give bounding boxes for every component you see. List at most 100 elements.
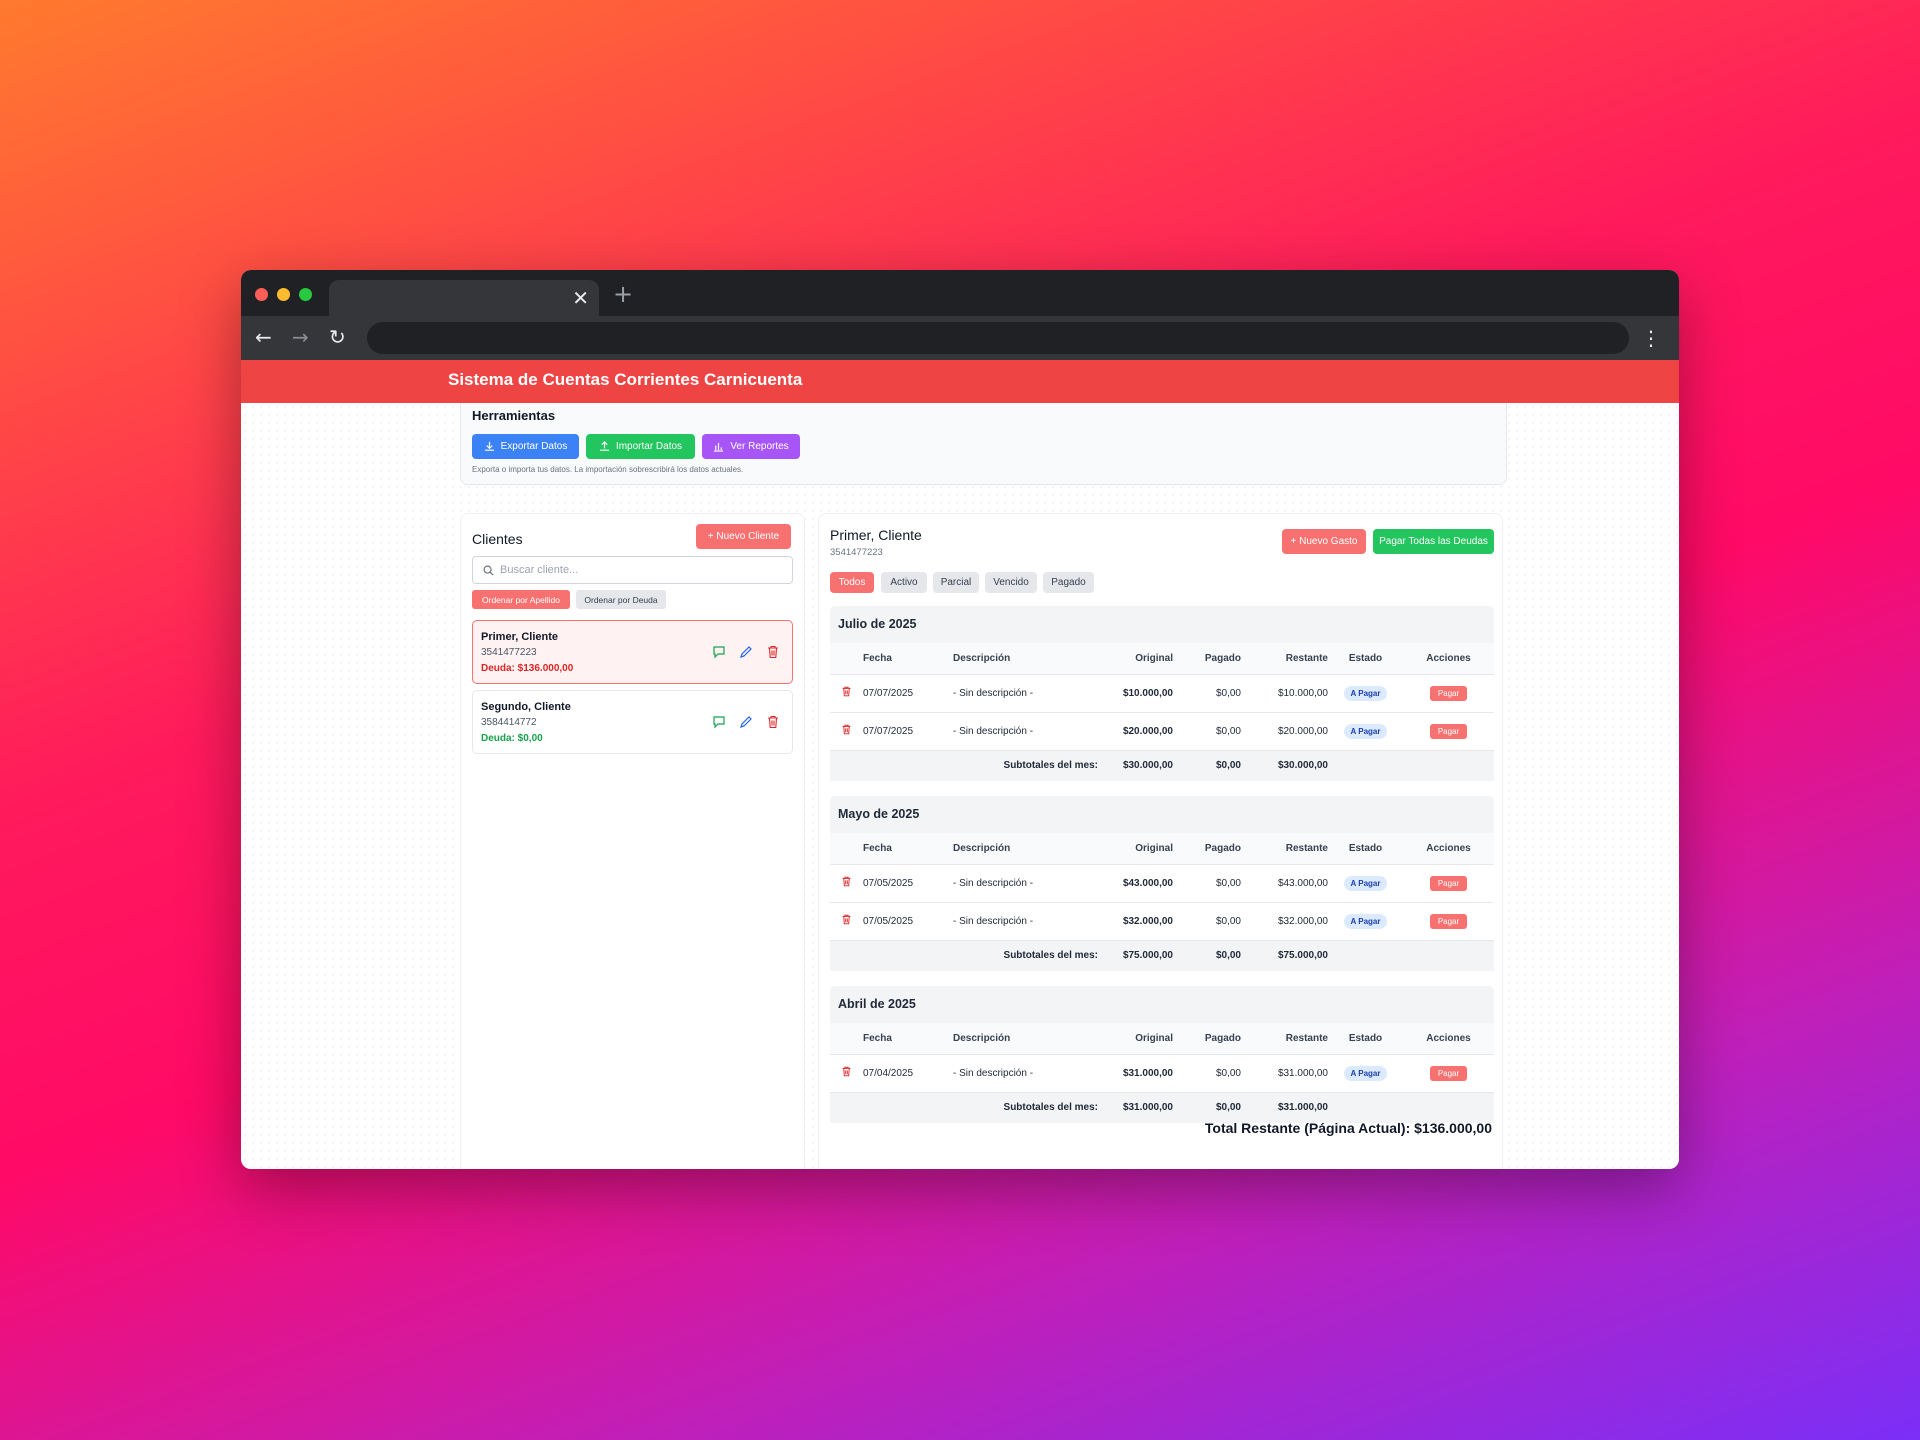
expenses-table: Fecha Descripción Original Pagado Restan… bbox=[830, 833, 1494, 971]
sort-by-lastname-button[interactable]: Ordenar por Apellido bbox=[472, 590, 570, 609]
selected-client-name: Primer, Cliente bbox=[830, 527, 922, 543]
client-card[interactable]: Segundo, Cliente 3584414772 Deuda: $0,00 bbox=[472, 690, 793, 754]
new-tab-icon[interactable]: + bbox=[613, 280, 633, 308]
browser-tab[interactable]: ✕ bbox=[329, 280, 599, 316]
cell-restante: $20.000,00 bbox=[1241, 711, 1328, 750]
cell-original: $20.000,00 bbox=[1098, 711, 1173, 750]
cell-pagado: $0,00 bbox=[1173, 901, 1241, 940]
col-estado: Estado bbox=[1328, 1023, 1403, 1054]
new-client-button[interactable]: + Nuevo Cliente bbox=[696, 524, 791, 549]
filter-todos[interactable]: Todos bbox=[830, 572, 874, 593]
cell-restante: $31.000,00 bbox=[1241, 1053, 1328, 1092]
reload-icon[interactable]: ↻ bbox=[329, 325, 346, 349]
col-acciones: Acciones bbox=[1403, 1023, 1494, 1054]
window-maximize-dot[interactable] bbox=[299, 288, 312, 301]
filter-parcial[interactable]: Parcial bbox=[933, 572, 979, 593]
expenses-table: Fecha Descripción Original Pagado Restan… bbox=[830, 1023, 1494, 1123]
export-data-label: Exportar Datos bbox=[500, 441, 568, 452]
message-icon[interactable] bbox=[712, 715, 726, 729]
search-icon bbox=[483, 565, 494, 576]
cell-fecha: 07/05/2025 bbox=[863, 901, 953, 940]
forward-arrow-icon[interactable]: → bbox=[292, 325, 309, 349]
trash-icon[interactable] bbox=[841, 914, 852, 925]
trash-icon[interactable] bbox=[841, 686, 852, 697]
trash-icon[interactable] bbox=[841, 724, 852, 735]
subtotal-original: $30.000,00 bbox=[1098, 749, 1173, 781]
tools-panel: Herramientas Exportar Datos Importar Dat… bbox=[460, 403, 1507, 485]
client-search-input[interactable] bbox=[500, 564, 780, 576]
window-close-dot[interactable] bbox=[255, 288, 268, 301]
trash-icon[interactable] bbox=[766, 645, 780, 659]
filter-activo[interactable]: Activo bbox=[881, 572, 927, 593]
col-fecha: Fecha bbox=[863, 643, 953, 674]
cell-original: $31.000,00 bbox=[1098, 1053, 1173, 1092]
cell-descripcion: - Sin descripción - bbox=[953, 1053, 1098, 1092]
col-pagado: Pagado bbox=[1173, 643, 1241, 674]
table-header-row: Fecha Descripción Original Pagado Restan… bbox=[830, 833, 1494, 864]
cell-fecha: 07/05/2025 bbox=[863, 863, 953, 902]
sort-by-debt-button[interactable]: Ordenar por Deuda bbox=[576, 590, 666, 609]
table-row: 07/05/2025 - Sin descripción - $32.000,0… bbox=[830, 901, 1494, 940]
month-section: Julio de 2025 Fecha Descripción Original… bbox=[830, 606, 1494, 781]
trash-icon[interactable] bbox=[841, 1066, 852, 1077]
status-badge: A Pagar bbox=[1343, 875, 1388, 891]
pay-button[interactable]: Pagar bbox=[1429, 875, 1468, 891]
export-data-button[interactable]: Exportar Datos bbox=[472, 434, 579, 459]
subtotal-row: Subtotales del mes: $75.000,00 $0,00 $75… bbox=[830, 939, 1494, 971]
col-estado: Estado bbox=[1328, 643, 1403, 674]
filter-pagado[interactable]: Pagado bbox=[1043, 572, 1094, 593]
trash-icon[interactable] bbox=[766, 715, 780, 729]
table-row: 07/07/2025 - Sin descripción - $10.000,0… bbox=[830, 673, 1494, 712]
col-restante: Restante bbox=[1241, 1023, 1328, 1054]
pay-all-debts-button[interactable]: Pagar Todas las Deudas bbox=[1373, 529, 1494, 554]
client-card[interactable]: Primer, Cliente 3541477223 Deuda: $136.0… bbox=[472, 620, 793, 684]
cell-restante: $10.000,00 bbox=[1241, 673, 1328, 712]
back-arrow-icon[interactable]: ← bbox=[255, 325, 272, 349]
edit-pencil-icon[interactable] bbox=[739, 715, 753, 729]
cell-descripcion: - Sin descripción - bbox=[953, 901, 1098, 940]
pay-button[interactable]: Pagar bbox=[1429, 685, 1468, 701]
col-fecha: Fecha bbox=[863, 1023, 953, 1054]
client-name: Segundo, Cliente bbox=[481, 701, 571, 713]
cell-original: $10.000,00 bbox=[1098, 673, 1173, 712]
col-acciones: Acciones bbox=[1403, 833, 1494, 864]
browser-menu-icon[interactable]: ⋮ bbox=[1641, 326, 1661, 350]
col-acciones: Acciones bbox=[1403, 643, 1494, 674]
client-search bbox=[472, 556, 793, 584]
edit-pencil-icon[interactable] bbox=[739, 645, 753, 659]
subtotal-restante: $75.000,00 bbox=[1241, 939, 1328, 971]
address-bar[interactable] bbox=[367, 322, 1629, 354]
pay-button[interactable]: Pagar bbox=[1429, 723, 1468, 739]
expenses-table: Fecha Descripción Original Pagado Restan… bbox=[830, 643, 1494, 781]
month-section: Abril de 2025 Fecha Descripción Original… bbox=[830, 986, 1494, 1123]
subtotal-pagado: $0,00 bbox=[1173, 939, 1241, 971]
table-row: 07/04/2025 - Sin descripción - $31.000,0… bbox=[830, 1053, 1494, 1092]
cell-pagado: $0,00 bbox=[1173, 673, 1241, 712]
col-original: Original bbox=[1098, 1023, 1173, 1054]
import-data-button[interactable]: Importar Datos bbox=[586, 434, 695, 459]
subtotal-label: Subtotales del mes: bbox=[953, 939, 1098, 971]
tab-close-icon[interactable]: ✕ bbox=[572, 286, 589, 310]
col-descripcion: Descripción bbox=[953, 643, 1098, 674]
col-restante: Restante bbox=[1241, 643, 1328, 674]
table-row: 07/05/2025 - Sin descripción - $43.000,0… bbox=[830, 863, 1494, 902]
col-descripcion: Descripción bbox=[953, 1023, 1098, 1054]
new-expense-button[interactable]: + Nuevo Gasto bbox=[1282, 529, 1366, 554]
bar-chart-icon bbox=[714, 442, 724, 452]
cell-restante: $32.000,00 bbox=[1241, 901, 1328, 940]
subtotal-label: Subtotales del mes: bbox=[953, 1091, 1098, 1123]
pay-button[interactable]: Pagar bbox=[1429, 1065, 1468, 1081]
filter-vencido[interactable]: Vencido bbox=[985, 572, 1037, 593]
table-header-row: Fecha Descripción Original Pagado Restan… bbox=[830, 643, 1494, 674]
client-name: Primer, Cliente bbox=[481, 631, 559, 643]
client-debt: Deuda: $0,00 bbox=[481, 733, 543, 744]
message-icon[interactable] bbox=[712, 645, 726, 659]
trash-icon[interactable] bbox=[841, 876, 852, 887]
window-minimize-dot[interactable] bbox=[277, 288, 290, 301]
client-detail-panel: Primer, Cliente 3541477223 + Nuevo Gasto… bbox=[818, 513, 1503, 1169]
pay-button[interactable]: Pagar bbox=[1429, 913, 1468, 929]
cell-pagado: $0,00 bbox=[1173, 711, 1241, 750]
client-phone: 3584414772 bbox=[481, 717, 537, 728]
view-reports-button[interactable]: Ver Reportes bbox=[702, 434, 800, 459]
subtotal-original: $75.000,00 bbox=[1098, 939, 1173, 971]
